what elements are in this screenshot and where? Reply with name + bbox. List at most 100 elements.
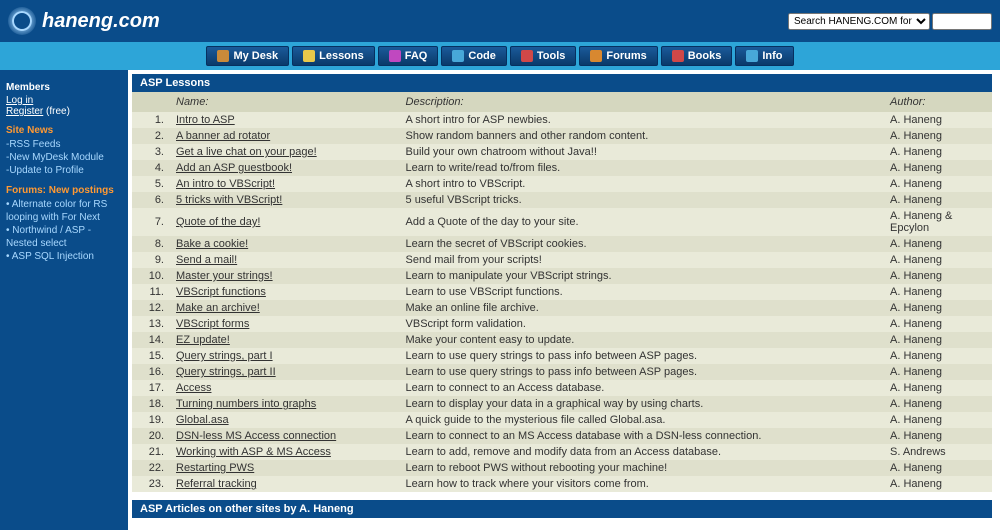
lesson-link[interactable]: Restarting PWS [176, 462, 254, 474]
lesson-link[interactable]: Send a mail! [176, 254, 237, 266]
nav-icon [303, 50, 315, 62]
lesson-number: 14. [132, 332, 168, 348]
lesson-link[interactable]: Master your strings! [176, 270, 273, 282]
lesson-author: A. Haneng [882, 160, 992, 176]
nav-my-desk[interactable]: My Desk [206, 46, 289, 66]
lesson-author: A. Haneng [882, 428, 992, 444]
lesson-link[interactable]: Working with ASP & MS Access [176, 446, 331, 458]
lesson-author: A. Haneng [882, 176, 992, 192]
lesson-desc: Learn to use VBScript functions. [398, 284, 882, 300]
table-row: 6.5 tricks with VBScript!5 useful VBScri… [132, 192, 992, 208]
lesson-link[interactable]: A banner ad rotator [176, 130, 270, 142]
nav-label: Tools [537, 50, 566, 62]
lesson-desc: Learn how to track where your visitors c… [398, 476, 882, 492]
nav-faq[interactable]: FAQ [378, 46, 439, 66]
lesson-link[interactable]: Turning numbers into graphs [176, 398, 316, 410]
lesson-link[interactable]: Get a live chat on your page! [176, 146, 317, 158]
lesson-desc: Send mail from your scripts! [398, 252, 882, 268]
lesson-desc: VBScript form validation. [398, 316, 882, 332]
nav-tools[interactable]: Tools [510, 46, 577, 66]
lesson-link[interactable]: DSN-less MS Access connection [176, 430, 336, 442]
sidebar-register-link[interactable]: Register [6, 106, 43, 117]
lesson-link[interactable]: Quote of the day! [176, 216, 260, 228]
lesson-desc: A short intro for ASP newbies. [398, 112, 882, 128]
nav-icon [746, 50, 758, 62]
lesson-number: 23. [132, 476, 168, 492]
table-row: 15.Query strings, part ILearn to use que… [132, 348, 992, 364]
lesson-number: 9. [132, 252, 168, 268]
lesson-number: 21. [132, 444, 168, 460]
nav-forums[interactable]: Forums [579, 46, 657, 66]
forum-item[interactable]: • Alternate color for RS looping with Fo… [6, 198, 122, 224]
table-row: 14.EZ update!Make your content easy to u… [132, 332, 992, 348]
table-row: 3.Get a live chat on your page!Build you… [132, 144, 992, 160]
sitenews-item[interactable]: -New MyDesk Module [6, 151, 122, 164]
lesson-author: A. Haneng [882, 460, 992, 476]
table-row: 9. Send a mail! Send mail from your script… [132, 252, 992, 268]
lesson-desc: Learn to connect to an Access database. [398, 380, 882, 396]
lesson-number: 8. [132, 236, 168, 252]
nav-label: Books [688, 50, 722, 62]
lesson-number: 22. [132, 460, 168, 476]
lesson-author: S. Andrews [882, 444, 992, 460]
table-row: 16.Query strings, part IILearn to use qu… [132, 364, 992, 380]
lesson-number: 5. [132, 176, 168, 192]
lesson-link[interactable]: Add an ASP guestbook! [176, 162, 292, 174]
lesson-number: 7. [132, 208, 168, 236]
table-row: 8. Bake a cookie! Learn the secret of VBSc… [132, 236, 992, 252]
lesson-desc: Learn to connect to an MS Access databas… [398, 428, 882, 444]
sitenews-item[interactable]: -Update to Profile [6, 164, 122, 177]
lesson-author: A. Haneng [882, 380, 992, 396]
nav-info[interactable]: Info [735, 46, 793, 66]
lesson-author: A. Haneng [882, 268, 992, 284]
forum-item[interactable]: • Northwind / ASP - Nested select [6, 224, 122, 250]
lesson-link[interactable]: Query strings, part II [176, 366, 276, 378]
lesson-author: A. Haneng [882, 192, 992, 208]
nav-books[interactable]: Books [661, 46, 733, 66]
table-row: 4.Add an ASP guestbook!Learn to write/re… [132, 160, 992, 176]
lesson-link[interactable]: EZ update! [176, 334, 230, 346]
logo-area[interactable]: haneng.com [8, 7, 160, 35]
table-row: 12.Make an archive!Make an online file a… [132, 300, 992, 316]
lesson-desc: Learn to use query strings to pass info … [398, 364, 882, 380]
lesson-link[interactable]: Make an archive! [176, 302, 260, 314]
lesson-link[interactable]: An intro to VBScript! [176, 178, 275, 190]
lesson-author: A. Haneng [882, 348, 992, 364]
nav-label: Forums [606, 50, 646, 62]
lesson-link[interactable]: VBScript forms [176, 318, 249, 330]
lesson-number: 10. [132, 268, 168, 284]
lesson-link[interactable]: Access [176, 382, 211, 394]
nav-icon [217, 50, 229, 62]
table-row: 5.An intro to VBScript!A short intro to … [132, 176, 992, 192]
search-select[interactable]: Search HANENG.COM for [788, 13, 930, 30]
sitenews-item[interactable]: -RSS Feeds [6, 138, 122, 151]
logo-text: haneng.com [42, 10, 160, 33]
nav-icon [672, 50, 684, 62]
panel-lessons-title: ASP Lessons [132, 74, 992, 92]
nav-code[interactable]: Code [441, 46, 507, 66]
lesson-link[interactable]: Intro to ASP [176, 114, 235, 126]
lesson-author: A. Haneng [882, 128, 992, 144]
lesson-desc: Learn the secret of VBScript cookies. [398, 236, 882, 252]
lesson-author: A. Haneng [882, 252, 992, 268]
sidebar-login-link[interactable]: Log in [6, 95, 122, 106]
table-row: 19.Global.asaA quick guide to the myster… [132, 412, 992, 428]
lesson-link[interactable]: Global.asa [176, 414, 229, 426]
lesson-link[interactable]: Referral tracking [176, 478, 257, 490]
search-input[interactable] [932, 13, 992, 30]
forum-item[interactable]: • ASP SQL Injection [6, 250, 122, 263]
nav-label: Code [468, 50, 496, 62]
nav-label: FAQ [405, 50, 428, 62]
content: ASP Lessons Name: Description: Author: 1… [128, 70, 1000, 530]
lesson-number: 2. [132, 128, 168, 144]
lesson-author: A. Haneng [882, 412, 992, 428]
lesson-author: A. Haneng [882, 300, 992, 316]
lesson-link[interactable]: VBScript functions [176, 286, 266, 298]
lesson-link[interactable]: Query strings, part I [176, 350, 273, 362]
lesson-number: 15. [132, 348, 168, 364]
nav-lessons[interactable]: Lessons [292, 46, 375, 66]
lesson-link[interactable]: 5 tricks with VBScript! [176, 194, 282, 206]
lesson-desc: Build your own chatroom without Java!! [398, 144, 882, 160]
lesson-link[interactable]: Bake a cookie! [176, 238, 248, 250]
lesson-number: 11. [132, 284, 168, 300]
